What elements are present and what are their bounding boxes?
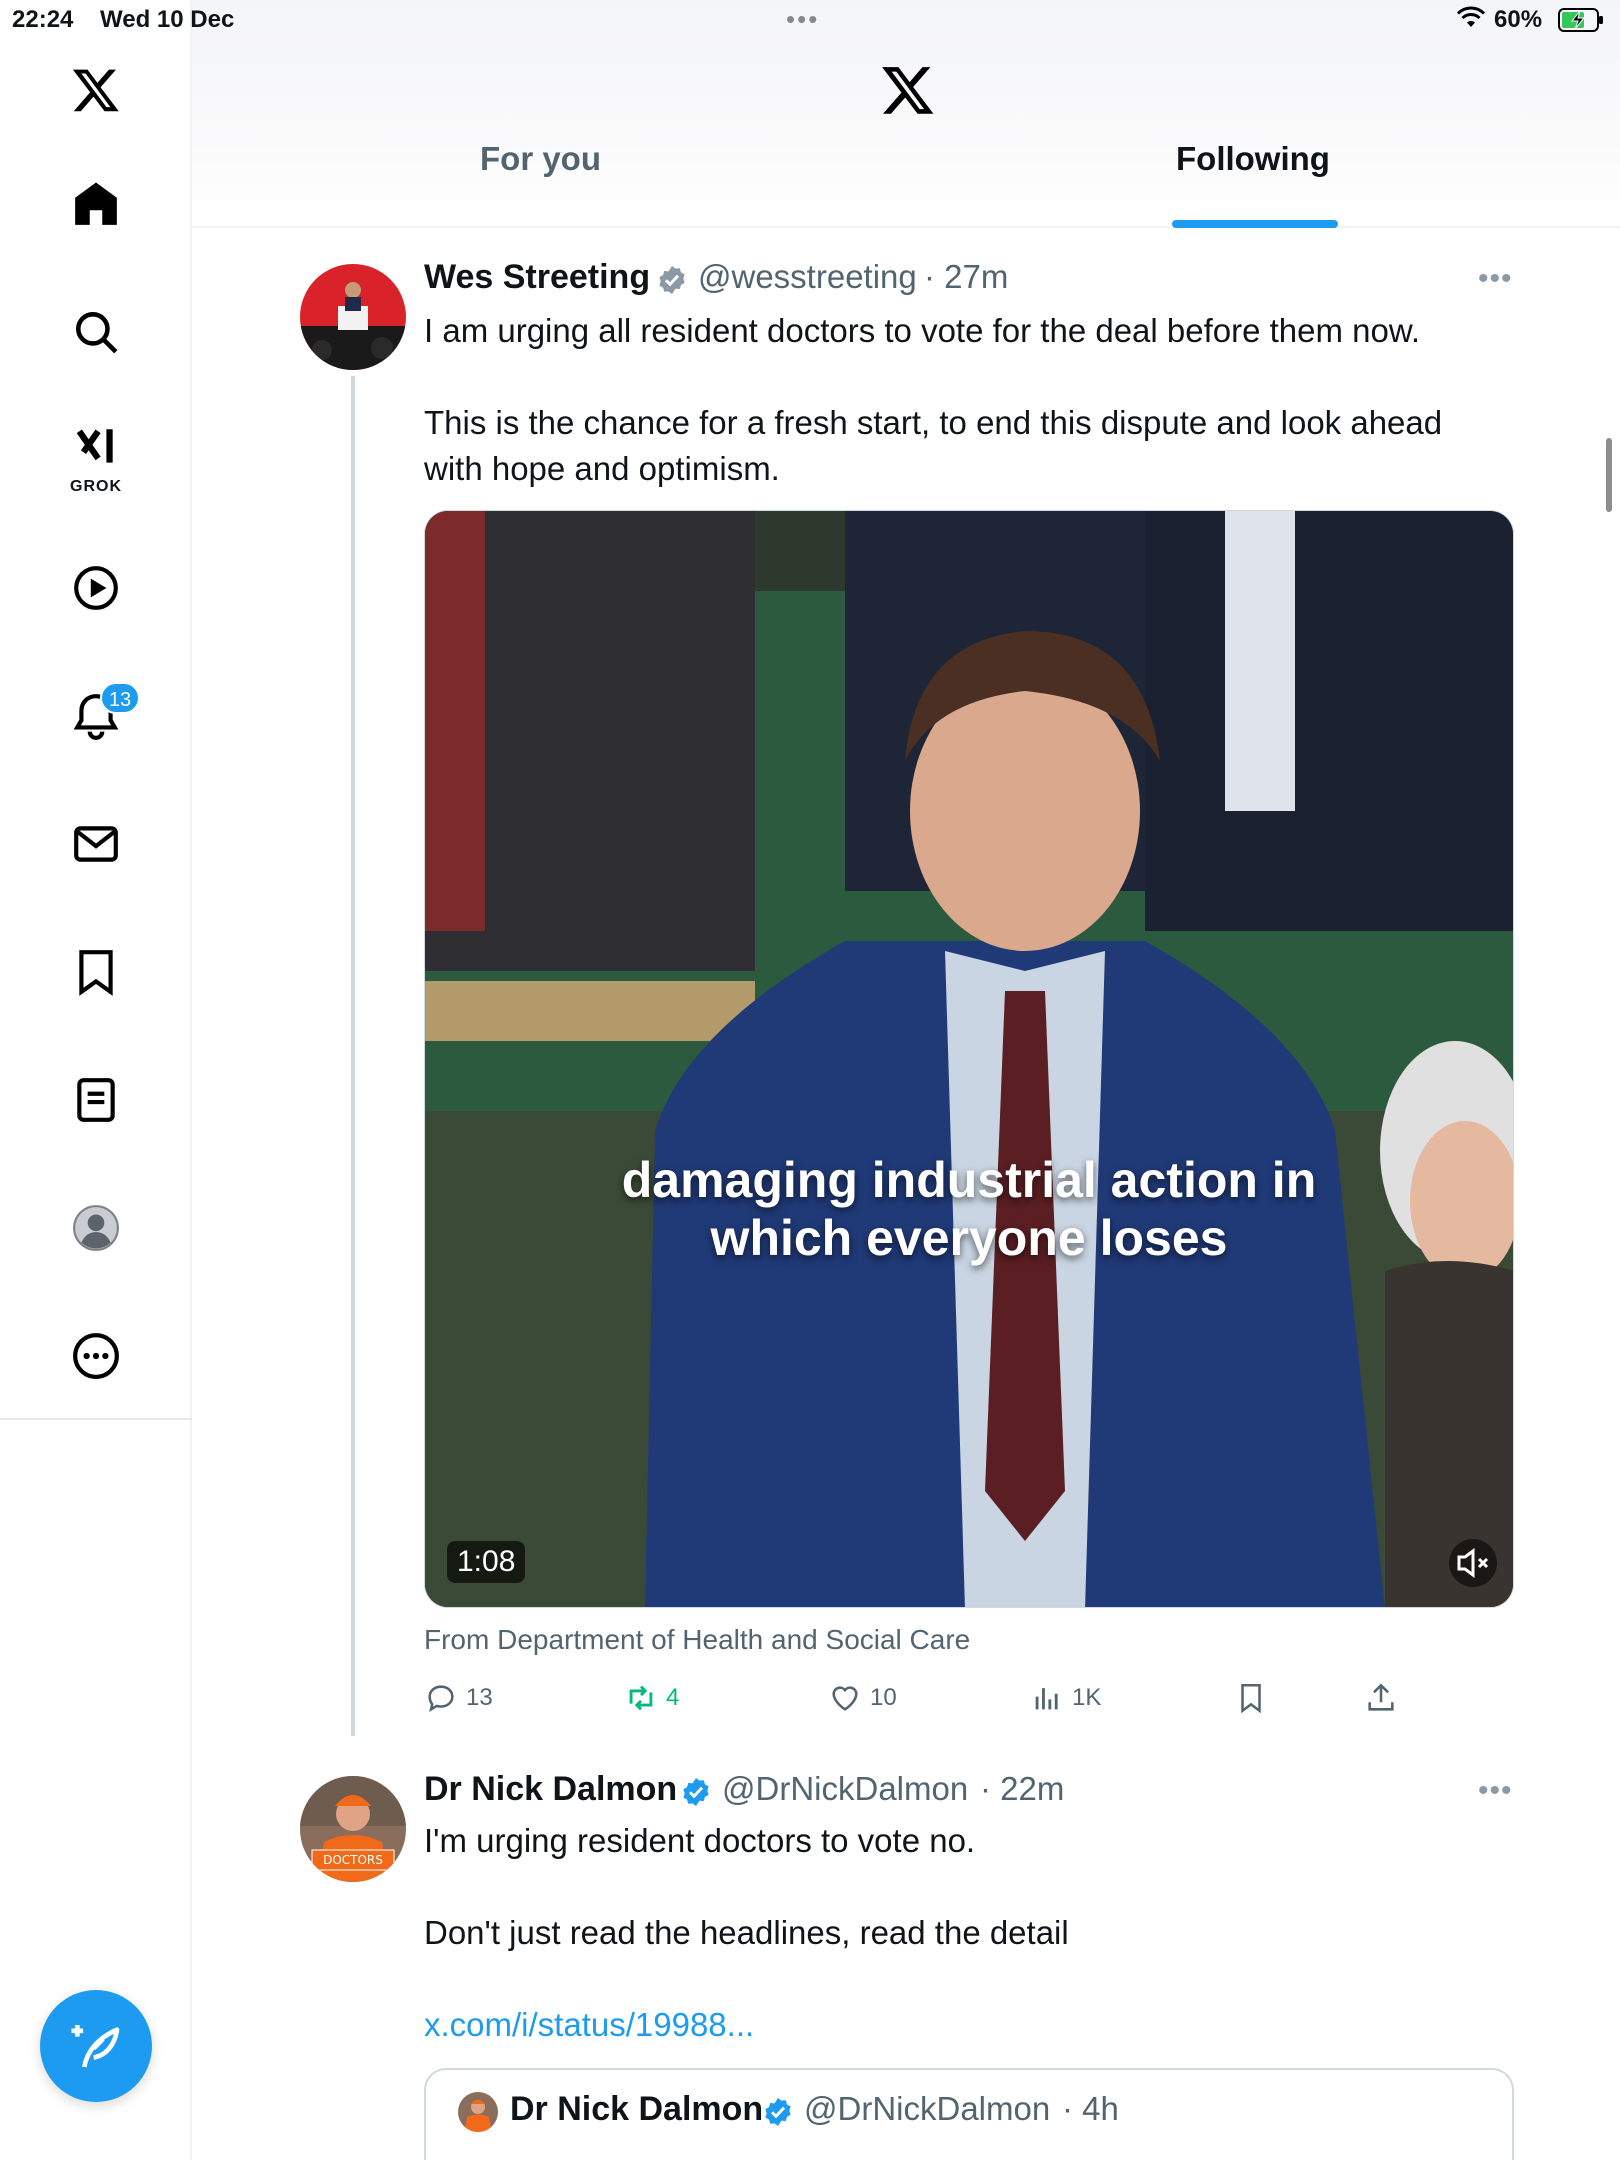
tweet-text-line: I'm urging resident doctors to vote no. <box>424 1822 976 1859</box>
tweet-text-line: I am urging all resident doctors to vote… <box>424 312 1421 349</box>
like-count: 10 <box>870 1684 897 1711</box>
more-options-icon[interactable]: ••• <box>1478 1774 1513 1808</box>
reply-count: 13 <box>466 1684 493 1711</box>
more-options-icon[interactable]: ••• <box>1478 262 1513 296</box>
like-button[interactable]: 10 <box>828 1676 897 1720</box>
mail-icon[interactable] <box>60 808 132 880</box>
author-handle[interactable]: @DrNickDalmon <box>722 1770 968 1808</box>
repost-button[interactable]: 4 <box>624 1676 679 1720</box>
post-time[interactable]: · 27m <box>924 258 1008 296</box>
video-caption-line: damaging industrial action in <box>621 1152 1317 1208</box>
sidebar-divider <box>0 1418 192 1420</box>
share-button[interactable] <box>1364 1676 1398 1720</box>
tweet-text-line: Don't just read the headlines, read the … <box>424 1914 1069 1951</box>
author-name[interactable]: Dr Nick Dalmon <box>424 1770 677 1809</box>
status-bar: 22:24 Wed 10 Dec ••• 60% <box>0 0 1620 40</box>
quoted-author-handle: @DrNickDalmon <box>804 2090 1051 2127</box>
verified-badge-icon <box>683 1778 709 1806</box>
video-player[interactable]: damaging industrial action in which ever… <box>424 510 1514 1608</box>
status-date: Wed 10 Dec <box>100 6 235 33</box>
reply-icon <box>428 1685 454 1712</box>
mute-button[interactable] <box>1449 1539 1497 1587</box>
battery-charging-icon <box>1558 8 1603 32</box>
quoted-tweet-card[interactable]: Dr Nick Dalmon @DrNickDalmon · 4h <box>424 2068 1514 2160</box>
repost-icon <box>629 1685 653 1711</box>
thread-connector-line <box>351 376 355 1736</box>
verified-badge-icon <box>765 2098 791 2126</box>
x-logo-icon[interactable] <box>60 54 132 126</box>
video-icon[interactable] <box>60 552 132 624</box>
repost-count: 4 <box>666 1684 680 1711</box>
video-duration: 1:08 <box>447 1541 526 1583</box>
video-source-attribution[interactable]: From Department of Health and Social Car… <box>424 1624 970 1656</box>
tab-following[interactable]: Following <box>1176 140 1330 178</box>
share-icon <box>1368 1683 1394 1711</box>
profile-icon[interactable] <box>60 1192 132 1264</box>
scrollbar[interactable] <box>1606 438 1612 512</box>
post-time[interactable]: · 22m <box>980 1770 1064 1808</box>
views-button[interactable]: 1K <box>1030 1676 1101 1720</box>
more-icon[interactable] <box>60 1320 132 1392</box>
author-name[interactable]: Wes Streeting <box>424 258 650 297</box>
quoted-author-name: Dr Nick Dalmon <box>510 2090 764 2128</box>
video-frame <box>425 511 1513 1607</box>
avatar-sign-text: DOCTORS <box>323 1853 383 1867</box>
tweet-text-line: with hope and optimism. <box>424 450 780 487</box>
heart-icon <box>832 1686 858 1711</box>
grok-label: GROK <box>70 478 122 495</box>
avatar <box>458 2092 498 2132</box>
reply-button[interactable]: 13 <box>424 1676 493 1720</box>
video-caption-line: which everyone loses <box>710 1210 1228 1266</box>
home-icon[interactable] <box>60 168 132 240</box>
status-time: 22:24 <box>12 6 74 33</box>
lists-icon[interactable] <box>60 1064 132 1136</box>
views-icon <box>1035 1688 1058 1710</box>
tweet-text-line: This is the chance for a fresh start, to… <box>424 404 1443 441</box>
active-tab-indicator <box>1172 220 1338 228</box>
bookmark-button[interactable] <box>1234 1676 1268 1720</box>
speaker-muted-icon <box>1457 1548 1489 1578</box>
author-handle[interactable]: @wesstreeting <box>698 258 917 296</box>
multitasking-dots-icon[interactable]: ••• <box>786 4 819 35</box>
search-icon[interactable] <box>60 296 132 368</box>
quoted-post-time: · 4h <box>1062 2090 1119 2127</box>
wifi-icon <box>1456 6 1486 27</box>
view-count: 1K <box>1072 1684 1102 1711</box>
tweet-link[interactable]: x.com/i/status/19988... <box>424 2002 754 2048</box>
grok-icon[interactable] <box>60 412 132 484</box>
bookmark-icon <box>1241 1683 1261 1714</box>
avatar[interactable] <box>300 264 406 370</box>
notifications-badge: 13 <box>100 682 140 714</box>
verified-badge-icon <box>659 266 685 294</box>
bookmark-icon[interactable] <box>60 936 132 1008</box>
avatar[interactable]: DOCTORS <box>300 1776 406 1882</box>
compose-icon <box>71 2025 120 2068</box>
battery-percent: 60% <box>1494 6 1543 33</box>
sidebar: GROK 13 <box>0 0 192 2160</box>
tab-for-you[interactable]: For you <box>480 140 601 178</box>
x-logo-icon[interactable] <box>880 62 936 118</box>
compose-button[interactable] <box>40 1990 152 2102</box>
